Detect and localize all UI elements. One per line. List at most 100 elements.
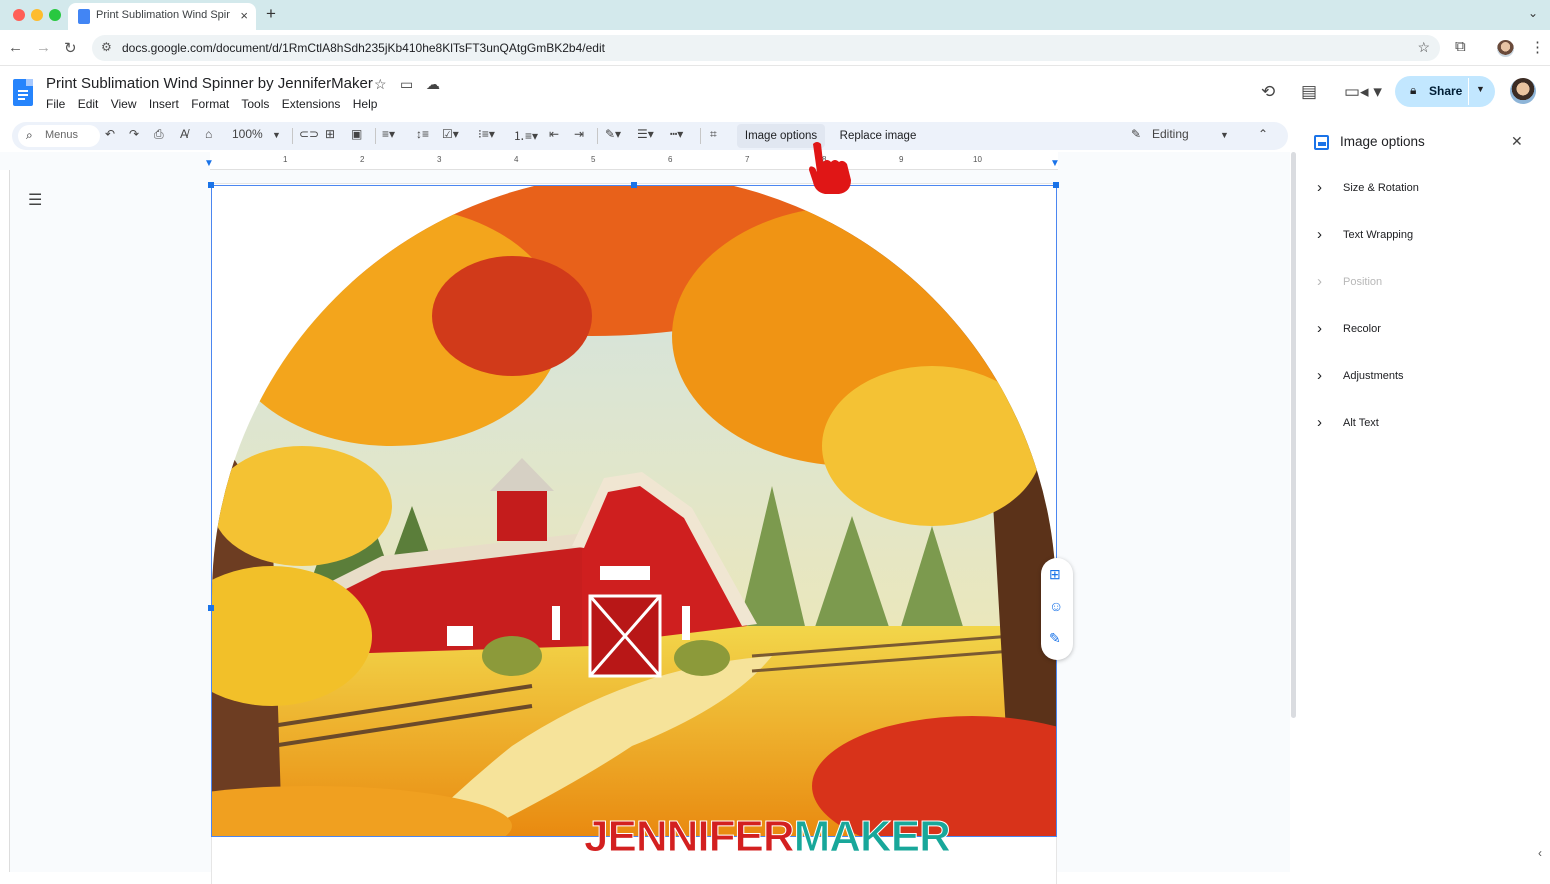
resize-handle[interactable] — [1053, 182, 1059, 188]
document-canvas[interactable]: ▼ ▼ 1 2 3 4 5 6 7 8 9 10 ☰ ⊞ ☺ ✎ — [0, 152, 1290, 884]
chevron-right-icon: › — [1317, 179, 1322, 196]
section-size-rotation[interactable]: › Size & Rotation — [1300, 174, 1542, 204]
section-label: Alt Text — [1343, 417, 1379, 429]
resize-handle[interactable] — [631, 182, 637, 188]
close-icon[interactable]: ✕ — [1511, 133, 1523, 150]
menu-extensions[interactable]: Extensions — [282, 97, 341, 111]
redo-icon[interactable]: ↷ — [129, 127, 139, 141]
image-options-panel: Image options ✕ › Size & Rotation › Text… — [1300, 122, 1542, 862]
increase-indent-icon[interactable]: ⇥ — [574, 127, 584, 141]
resize-handle[interactable] — [208, 182, 214, 188]
cloud-saved-icon[interactable]: ☁ — [426, 76, 440, 93]
new-tab-button[interactable]: + — [266, 4, 276, 24]
jennifermaker-watermark: JENNIFERMAKER — [584, 812, 952, 862]
print-icon[interactable]: ⎙ — [154, 127, 164, 142]
docs-logo-icon[interactable] — [13, 79, 33, 106]
site-settings-icon[interactable]: ⚙ — [101, 40, 112, 54]
add-comment-icon[interactable]: ⊞ — [325, 127, 335, 141]
section-label: Position — [1343, 276, 1383, 288]
menu-file[interactable]: File — [46, 97, 65, 111]
ruler-number: 10 — [973, 155, 982, 164]
checklist-icon[interactable]: ☑▾ — [442, 127, 459, 141]
menu-tools[interactable]: Tools — [241, 97, 269, 111]
mode-dropdown-icon[interactable]: ▼ — [1220, 130, 1229, 140]
menus-search-placeholder: Menus — [45, 129, 79, 141]
menu-help[interactable]: Help — [353, 97, 378, 111]
version-history-icon[interactable]: ⟲ — [1261, 82, 1275, 102]
undo-icon[interactable]: ↶ — [105, 127, 115, 141]
bulleted-list-icon[interactable]: ⁝≡▾ — [478, 127, 495, 141]
chrome-menu-icon[interactable]: ⋮ — [1530, 38, 1545, 56]
section-text-wrapping[interactable]: › Text Wrapping — [1300, 221, 1542, 251]
document-title[interactable]: Print Sublimation Wind Spinner by Jennif… — [46, 75, 373, 92]
editing-mode-select[interactable]: Editing — [1152, 127, 1189, 141]
menu-format[interactable]: Format — [191, 97, 229, 111]
star-icon[interactable]: ☆ — [374, 76, 387, 93]
share-dropdown-icon[interactable]: ▼ — [1476, 84, 1485, 94]
horizontal-ruler[interactable]: ▼ ▼ 1 2 3 4 5 6 7 8 9 10 — [204, 152, 1060, 170]
section-label: Adjustments — [1343, 370, 1404, 382]
section-alt-text[interactable]: › Alt Text — [1300, 409, 1542, 439]
insert-image-icon[interactable]: ▣ — [351, 127, 362, 141]
watermark-part1: JENNIFER — [584, 812, 796, 862]
ruler-number: 9 — [899, 155, 904, 164]
docs-favicon-icon — [78, 9, 90, 24]
align-icon[interactable]: ≡▾ — [382, 127, 395, 141]
reload-icon[interactable]: ↻ — [64, 39, 77, 57]
left-indent-marker[interactable]: ▼ — [204, 158, 214, 169]
tab-search-chevron-icon[interactable]: ⌄ — [1528, 6, 1538, 20]
bookmark-star-icon[interactable]: ☆ — [1417, 39, 1430, 56]
image-selection-frame[interactable] — [208, 182, 1059, 837]
zoom-dropdown-icon[interactable]: ▼ — [272, 130, 281, 140]
zoom-select[interactable]: 100% — [232, 127, 263, 141]
url-text[interactable]: docs.google.com/document/d/1RmCtlA8hSdh2… — [122, 41, 605, 55]
window-close-button[interactable] — [13, 9, 25, 21]
share-button[interactable]: 🔒︎ Share ▼ — [1395, 76, 1495, 107]
vertical-ruler[interactable] — [0, 170, 10, 872]
right-indent-marker[interactable]: ▼ — [1050, 158, 1060, 169]
paint-format-icon[interactable]: ⌂ — [205, 127, 212, 141]
suggest-edits-icon[interactable]: ✎ — [1049, 630, 1061, 647]
omnibox[interactable]: ⚙ docs.google.com/document/d/1RmCtlA8hSd… — [92, 35, 1440, 61]
meet-video-icon[interactable]: ▭◂ ▾ — [1344, 82, 1382, 102]
panel-title: Image options — [1340, 134, 1425, 149]
section-adjustments[interactable]: › Adjustments — [1300, 362, 1542, 392]
resize-handle[interactable] — [208, 605, 214, 611]
border-weight-icon[interactable]: ☰▾ — [637, 127, 654, 141]
comments-icon[interactable]: ▤ — [1301, 82, 1317, 102]
profile-avatar[interactable] — [1497, 40, 1514, 57]
forward-arrow-icon[interactable]: → — [36, 39, 51, 56]
side-panel-toggle-icon[interactable]: ‹ — [1538, 846, 1542, 860]
section-label: Size & Rotation — [1343, 182, 1419, 194]
menu-view[interactable]: View — [111, 97, 137, 111]
browser-tab[interactable]: Print Sublimation Wind Spinne × — [68, 3, 256, 30]
crop-icon[interactable]: ⌗ — [710, 127, 717, 142]
decrease-indent-icon[interactable]: ⇤ — [549, 127, 559, 141]
document-outline-icon[interactable]: ☰ — [28, 190, 42, 210]
menus-search[interactable]: ⌕ Menus — [18, 125, 100, 147]
menu-insert[interactable]: Insert — [149, 97, 179, 111]
window-zoom-button[interactable] — [49, 9, 61, 21]
emoji-reaction-icon[interactable]: ☺ — [1049, 598, 1063, 614]
insert-link-icon[interactable]: ⊂⊃ — [299, 127, 319, 141]
section-label: Text Wrapping — [1343, 229, 1414, 241]
border-dash-icon[interactable]: ┅▾ — [670, 127, 683, 141]
move-folder-icon[interactable]: ▭ — [400, 76, 413, 93]
section-label: Recolor — [1343, 323, 1381, 335]
menu-edit[interactable]: Edit — [78, 97, 99, 111]
collapse-toolbar-icon[interactable]: ⌃ — [1258, 127, 1268, 141]
line-spacing-icon[interactable]: ↕≡ — [416, 127, 429, 141]
border-color-icon[interactable]: ✎▾ — [605, 127, 621, 141]
back-arrow-icon[interactable]: ← — [8, 39, 23, 56]
window-minimize-button[interactable] — [31, 9, 43, 21]
numbered-list-icon[interactable]: ⒈≡▾ — [513, 127, 538, 144]
spellcheck-icon[interactable]: A̸ — [180, 127, 188, 141]
section-recolor[interactable]: › Recolor — [1300, 315, 1542, 345]
tab-close-icon[interactable]: × — [240, 8, 248, 23]
add-comment-icon[interactable]: ⊞ — [1049, 566, 1061, 583]
extensions-puzzle-icon[interactable]: ⧉ — [1455, 38, 1466, 55]
account-avatar[interactable] — [1510, 78, 1536, 104]
lock-icon: 🔒︎ — [1410, 83, 1417, 97]
vertical-scrollbar[interactable] — [1290, 152, 1298, 718]
address-bar-row: ← → ↻ ⚙ docs.google.com/document/d/1RmCt… — [0, 30, 1550, 66]
